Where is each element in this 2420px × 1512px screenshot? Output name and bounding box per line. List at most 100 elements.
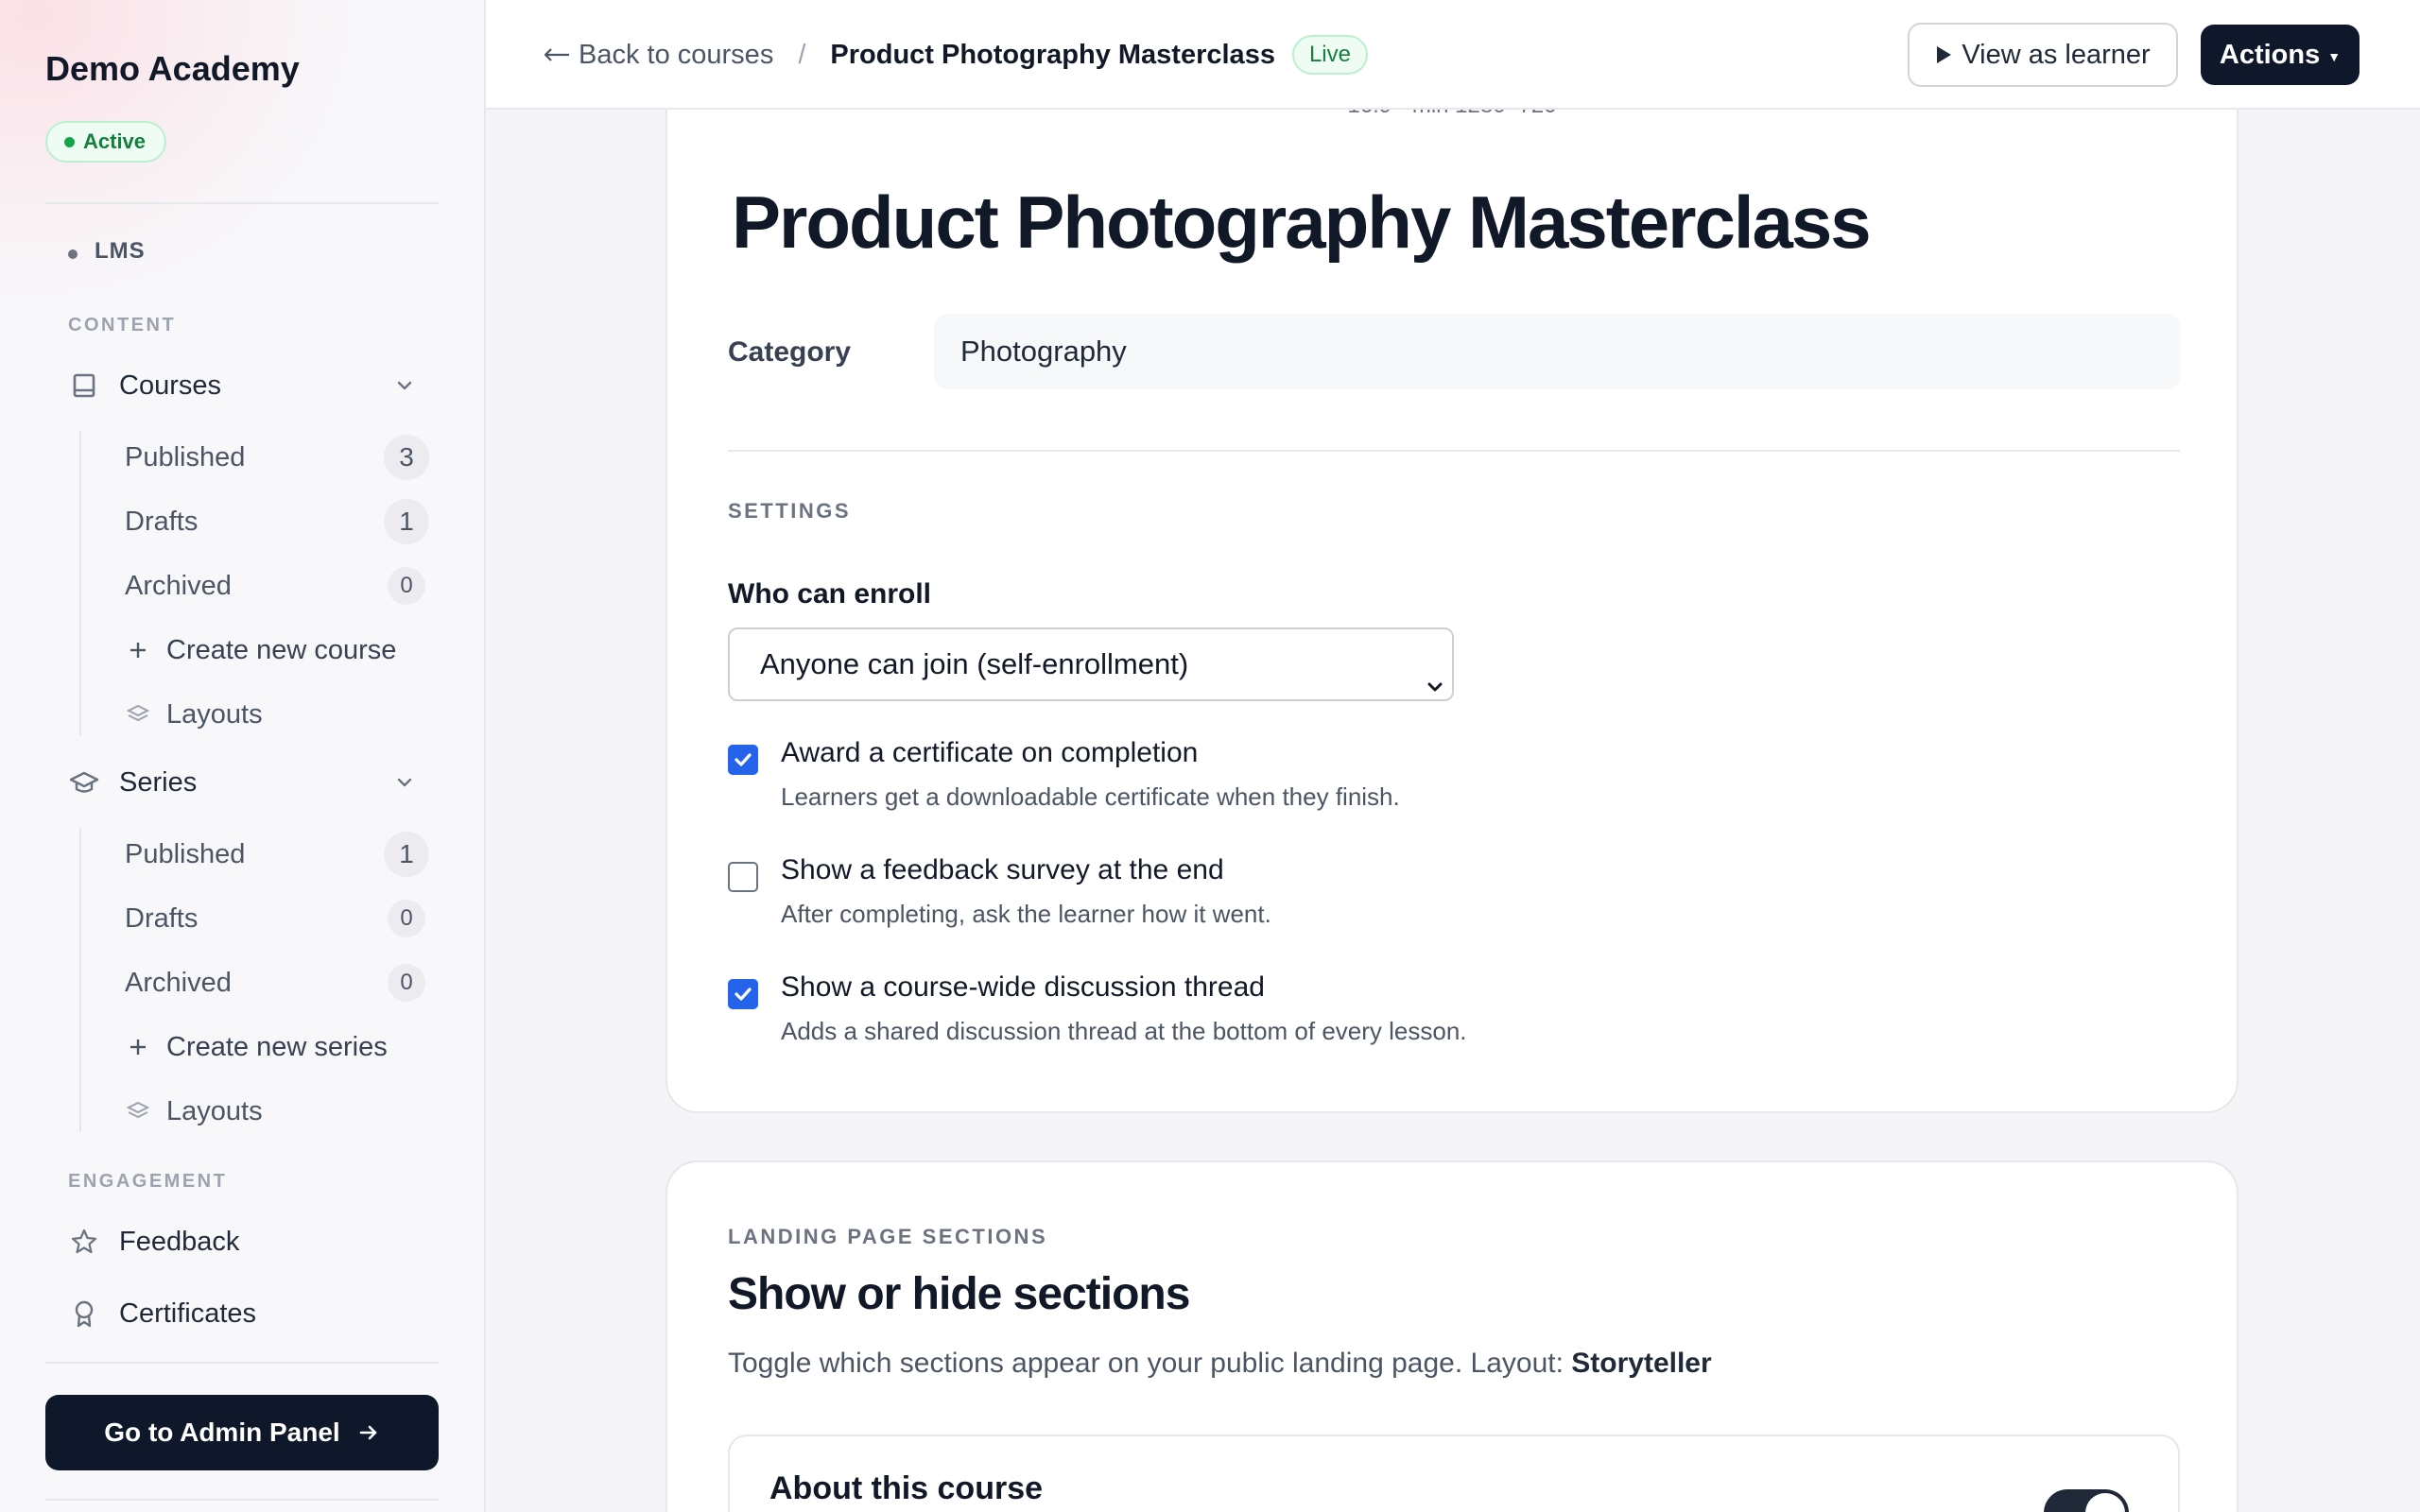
star-icon <box>68 1226 100 1258</box>
sidebar-item-series-archived[interactable]: Archived 0 <box>125 958 429 1007</box>
status-badge: Active <box>45 121 167 163</box>
caret-down-icon: ▼ <box>2327 49 2342 64</box>
breadcrumb-separator: / <box>798 39 806 70</box>
top-bar: Back to courses / Product Photography Ma… <box>486 0 2420 110</box>
actions-dropdown-button[interactable]: Actions ▼ <box>2201 25 2360 85</box>
sidebar-item-courses-layouts[interactable]: Layouts <box>125 690 429 739</box>
option-title: Show a course-wide discussion thread <box>781 971 1265 1003</box>
sidebar: Demo Academy Active LMS CONTENT Courses … <box>0 0 486 1512</box>
option-title: Award a certificate on completion <box>781 737 1199 768</box>
workspace-switcher[interactable]: LMS <box>68 238 146 265</box>
card-divider <box>728 450 2180 452</box>
sidebar-item-series-published[interactable]: Published 1 <box>125 830 429 879</box>
chevron-down-icon[interactable] <box>391 769 418 796</box>
book-icon <box>68 369 100 402</box>
feedback-survey-checkbox[interactable] <box>728 862 758 892</box>
who-can-enroll-label: Who can enroll <box>728 578 932 610</box>
sidebar-item-feedback[interactable]: Feedback <box>68 1217 427 1266</box>
sidebar-item-label: Published <box>125 838 246 869</box>
option-description: Learners get a downloadable certificate … <box>781 782 1400 811</box>
count-badge: 1 <box>384 832 429 877</box>
breadcrumb: Back to courses / Product Photography Ma… <box>543 34 1368 76</box>
sidebar-divider <box>45 1499 439 1501</box>
plus-icon <box>125 637 151 663</box>
certificate-checkbox[interactable] <box>728 745 758 775</box>
layers-icon <box>125 1098 151 1125</box>
award-ribbon-icon <box>68 1297 100 1330</box>
live-status-badge: Live <box>1291 35 1368 75</box>
landing-title: Show or hide sections <box>728 1269 1190 1319</box>
view-as-learner-label: View as learner <box>1962 39 2151 70</box>
discussion-thread-checkbox[interactable] <box>728 979 758 1009</box>
sidebar-item-label: Drafts <box>125 506 199 537</box>
breadcrumb-current: Product Photography Masterclass <box>830 39 1275 70</box>
status-dot-icon <box>64 137 75 147</box>
landing-description: Toggle which sections appear on your pub… <box>728 1348 1712 1380</box>
count-badge: 0 <box>388 567 425 605</box>
play-icon <box>1935 45 1952 64</box>
go-to-admin-panel-button[interactable]: Go to Admin Panel <box>45 1395 439 1470</box>
courses-subnav-line <box>79 431 81 735</box>
sidebar-item-series[interactable]: Series <box>68 758 427 807</box>
sidebar-item-label: Feedback <box>119 1226 240 1257</box>
sidebar-item-series-drafts[interactable]: Drafts 0 <box>125 894 429 943</box>
brand-name: Demo Academy <box>45 49 300 88</box>
sidebar-item-certificates[interactable]: Certificates <box>68 1289 427 1338</box>
sidebar-item-label: Series <box>119 766 198 798</box>
course-title[interactable]: Product Photography Masterclass <box>732 180 1872 266</box>
sidebar-item-label: Courses <box>119 369 221 401</box>
sidebar-item-label: Certificates <box>119 1297 257 1329</box>
option-description: Adds a shared discussion thread at the b… <box>781 1017 1467 1045</box>
back-link-label: Back to courses <box>579 39 774 70</box>
about-section-row: About this course <box>728 1435 2180 1512</box>
graduation-cap-icon <box>68 766 100 799</box>
workspace-label: LMS <box>95 238 146 264</box>
sidebar-divider <box>45 1362 439 1364</box>
about-section-title: About this course <box>769 1470 1044 1506</box>
landing-description-text: Toggle which sections appear on your pub… <box>728 1348 1564 1379</box>
enroll-select-value: Anyone can join (self-enrollment) <box>760 647 1189 680</box>
count-badge: 3 <box>384 435 429 480</box>
chevron-down-icon <box>1424 654 1446 724</box>
create-new-course-link[interactable]: Create new course <box>125 626 429 675</box>
layout-name: Storyteller <box>1571 1348 1712 1379</box>
landing-section-label: LANDING PAGE SECTIONS <box>728 1225 1048 1248</box>
course-details-card: Product Photography Masterclass Category… <box>666 38 2238 1113</box>
actions-label: Actions <box>2219 39 2321 70</box>
plus-icon <box>125 1034 151 1060</box>
count-badge: 0 <box>388 964 425 1002</box>
workspace-dot-icon <box>68 249 78 259</box>
sidebar-item-courses-archived[interactable]: Archived 0 <box>125 561 429 610</box>
sidebar-item-courses-drafts[interactable]: Drafts 1 <box>125 497 429 546</box>
status-badge-label: Active <box>83 129 147 153</box>
view-as-learner-button[interactable]: View as learner <box>1908 23 2178 87</box>
create-new-series-link[interactable]: Create new series <box>125 1022 429 1072</box>
sidebar-item-label: Layouts <box>166 1095 263 1126</box>
layers-icon <box>125 701 151 728</box>
sidebar-item-label: Archived <box>125 967 232 998</box>
sidebar-item-courses-published[interactable]: Published 3 <box>125 433 429 482</box>
back-to-courses-link[interactable]: Back to courses <box>543 40 773 71</box>
count-badge: 1 <box>384 499 429 544</box>
landing-sections-card: LANDING PAGE SECTIONS Show or hide secti… <box>666 1160 2238 1512</box>
sidebar-item-label: Published <box>125 441 246 472</box>
category-field[interactable]: Photography <box>934 314 2180 389</box>
sidebar-item-label: Archived <box>125 570 232 601</box>
sidebar-item-label: Create new series <box>166 1031 388 1062</box>
admin-button-label: Go to Admin Panel <box>104 1418 340 1447</box>
settings-section-label: SETTINGS <box>728 499 852 523</box>
toggle-knob <box>2085 1493 2125 1512</box>
series-subnav-line <box>79 828 81 1132</box>
engagement-section-label: ENGAGEMENT <box>68 1171 228 1192</box>
category-label: Category <box>728 336 852 368</box>
count-badge: 0 <box>388 900 425 937</box>
chevron-down-icon[interactable] <box>391 372 418 399</box>
option-title: Show a feedback survey at the end <box>781 854 1224 885</box>
sidebar-item-series-layouts[interactable]: Layouts <box>125 1087 429 1136</box>
who-can-enroll-select[interactable]: Anyone can join (self-enrollment) <box>728 627 1454 701</box>
about-section-toggle[interactable] <box>2044 1489 2129 1512</box>
sidebar-divider <box>45 202 439 204</box>
sidebar-item-courses[interactable]: Courses <box>68 361 427 410</box>
sidebar-item-label: Layouts <box>166 698 263 730</box>
arrow-left-icon <box>543 45 571 64</box>
